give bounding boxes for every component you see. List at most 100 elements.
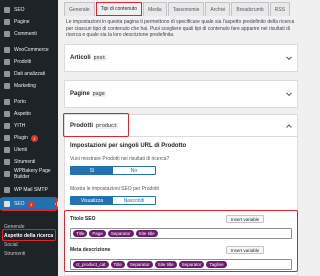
wrench-icon (4, 159, 10, 165)
seo-settings-toggle: Visualizza Nascondi (70, 196, 156, 205)
tab-breadcrumb[interactable]: Breadcrumb (231, 2, 269, 16)
titolo-seo-input[interactable]: Title Page Separator Site title (70, 228, 292, 239)
sidebar-item-label: Strumenti (14, 158, 36, 165)
show-question: Vuoi mostrare Prodotti nei risultati di … (70, 156, 170, 162)
plugin-icon (4, 135, 10, 141)
variable-chip[interactable]: Separator (107, 230, 134, 237)
meta-descrizione-input[interactable]: ct_product_cat Title Separator Site title Se… (70, 259, 292, 270)
variable-chip[interactable]: Site title (154, 261, 177, 268)
sidebar-item-utenti[interactable]: Utenti (0, 144, 58, 156)
admin-sidebar: SEO Pagine Commenti WooCommerce Prodotti Dati… (0, 0, 58, 276)
megaphone-icon (4, 83, 10, 89)
toggle-nascondi[interactable]: Nascondi (113, 197, 155, 204)
highlight-aspetto-ricerca (2, 229, 56, 241)
variable-chip[interactable]: ct_product_cat (73, 261, 109, 268)
variable-chip-label: Title (76, 231, 85, 236)
tab-media[interactable]: Media (143, 2, 167, 16)
tab-generale[interactable]: Generale (64, 2, 95, 16)
sidebar-item-label: Plugin (14, 134, 28, 141)
variable-chip-label: Tagline (209, 262, 224, 267)
highlight-seo-menu (1, 197, 57, 211)
panel-articoli-title: Articoli (70, 55, 91, 61)
porto-icon (4, 99, 10, 105)
sidebar-item-label: SEO (14, 6, 25, 13)
variable-chip-label: Site title (157, 262, 174, 267)
sidebar-item-strumenti[interactable]: Strumenti (0, 156, 58, 168)
sidebar-item-pagine[interactable]: Pagine (0, 16, 58, 28)
variable-chip[interactable]: Separator (126, 261, 153, 268)
meta-insert-variable-button[interactable]: Insert variable (226, 246, 264, 254)
sidebar-item-marketing[interactable]: Marketing (0, 80, 58, 92)
submenu-item-social[interactable]: Social (0, 240, 58, 249)
submenu-item-strumenti[interactable]: Strumenti (0, 249, 58, 258)
bar-chart-icon (4, 71, 10, 77)
sidebar-item-commenti[interactable]: Commenti (0, 28, 58, 40)
titolo-insert-variable-button[interactable]: Insert variable (226, 215, 264, 223)
sidebar-item-prodotti[interactable]: Prodotti (0, 56, 58, 68)
variable-chip-label: Site title (138, 231, 155, 236)
panel-pagine[interactable]: Pagine page (64, 80, 298, 108)
variable-chip[interactable]: Separator (178, 261, 205, 268)
woo-icon (4, 47, 10, 53)
sidebar-item-wp-mail-smtp[interactable]: WP Mail SMTP (0, 184, 58, 196)
variable-chip[interactable]: Title (73, 230, 88, 237)
mail-icon (4, 187, 10, 193)
variable-chip[interactable]: Tagline (206, 261, 227, 268)
tab-bar: Generale Tipi di contenuto Media Tassonomie… (64, 2, 291, 16)
wpbakery-icon (4, 171, 10, 177)
variable-chip-label: ct_product_cat (76, 262, 106, 267)
toggle-yes[interactable]: Sì (71, 167, 113, 174)
sidebar-item-aspetto[interactable]: Aspetto (0, 108, 58, 120)
panel-articoli-code: post (92, 55, 107, 61)
seo-question: Mostra le impostazioni SEO per Prodotti (70, 186, 159, 192)
section-title: Impostazioni per singoli URL di Prodotto (70, 143, 187, 149)
page-icon (4, 19, 10, 25)
sidebar-item-porto[interactable]: Porto (0, 96, 58, 108)
update-count-badge: 1 (30, 134, 38, 142)
sidebar-item-label: Porto (14, 98, 26, 105)
sidebar-item-label: Marketing (14, 82, 36, 89)
toggle-no[interactable]: No (113, 167, 155, 174)
archive-icon (4, 59, 10, 65)
variable-chip-label: Title (113, 262, 122, 267)
sidebar-item-plugin[interactable]: Plugin 1 (0, 132, 58, 144)
user-icon (4, 147, 10, 153)
sidebar-item-woocommerce[interactable]: WooCommerce (0, 44, 58, 56)
show-in-search-toggle: Sì No (70, 166, 156, 175)
toggle-visualizza[interactable]: Visualizza (71, 197, 113, 204)
tab-tipi-di-contenuto[interactable]: Tipi di contenuto (95, 2, 143, 16)
panel-pagine-title: Pagine (70, 91, 90, 97)
tab-rss[interactable]: RSS (269, 2, 290, 16)
variable-chip-label: Separator (129, 262, 150, 267)
sidebar-item-label: Pagine (14, 18, 30, 25)
meta-descrizione-label: Meta descrizione (70, 247, 111, 253)
variable-chip-label: Page (92, 231, 103, 236)
tab-archivi[interactable]: Archivi (205, 2, 231, 16)
highlight-prodotti (63, 113, 129, 137)
variable-chip-label: Separator (181, 262, 202, 267)
variable-chip[interactable]: Title (110, 261, 125, 268)
sidebar-item-seo[interactable]: SEO (0, 4, 58, 16)
sidebar-item-label: Dati analizzati (14, 70, 46, 77)
brush-icon (4, 111, 10, 117)
comment-icon (4, 31, 10, 37)
sidebar-item-wpbakery-page-builder[interactable]: WPBakery Page Builder (0, 168, 58, 180)
sidebar-item-label: WP Mail SMTP (14, 186, 48, 193)
page-description: Le impostazioni in questa pagina ti perm… (66, 19, 295, 38)
sidebar-item-label: Prodotti (14, 58, 32, 65)
variable-chip[interactable]: Page (89, 230, 106, 237)
panel-articoli[interactable]: Articoli post (64, 44, 298, 72)
sidebar-item-label: WooCommerce (14, 46, 49, 53)
chart-icon (4, 7, 10, 13)
sidebar-item-yith[interactable]: YITH (0, 120, 58, 132)
variable-chip[interactable]: Site title (135, 230, 158, 237)
sidebar-item-label: WPBakery Page Builder (14, 168, 51, 180)
sidebar-item-label: YITH (14, 122, 26, 129)
tab-tassonomie[interactable]: Tassonomie (167, 2, 205, 16)
variable-chip-label: Separator (110, 231, 131, 236)
sidebar-item-dati-analizzati[interactable]: Dati analizzati (0, 68, 58, 80)
sidebar-item-label: Commenti (14, 30, 37, 37)
titolo-seo-label: Titolo SEO (70, 216, 96, 222)
yith-icon (4, 123, 10, 129)
sidebar-item-label: Aspetto (14, 110, 31, 117)
